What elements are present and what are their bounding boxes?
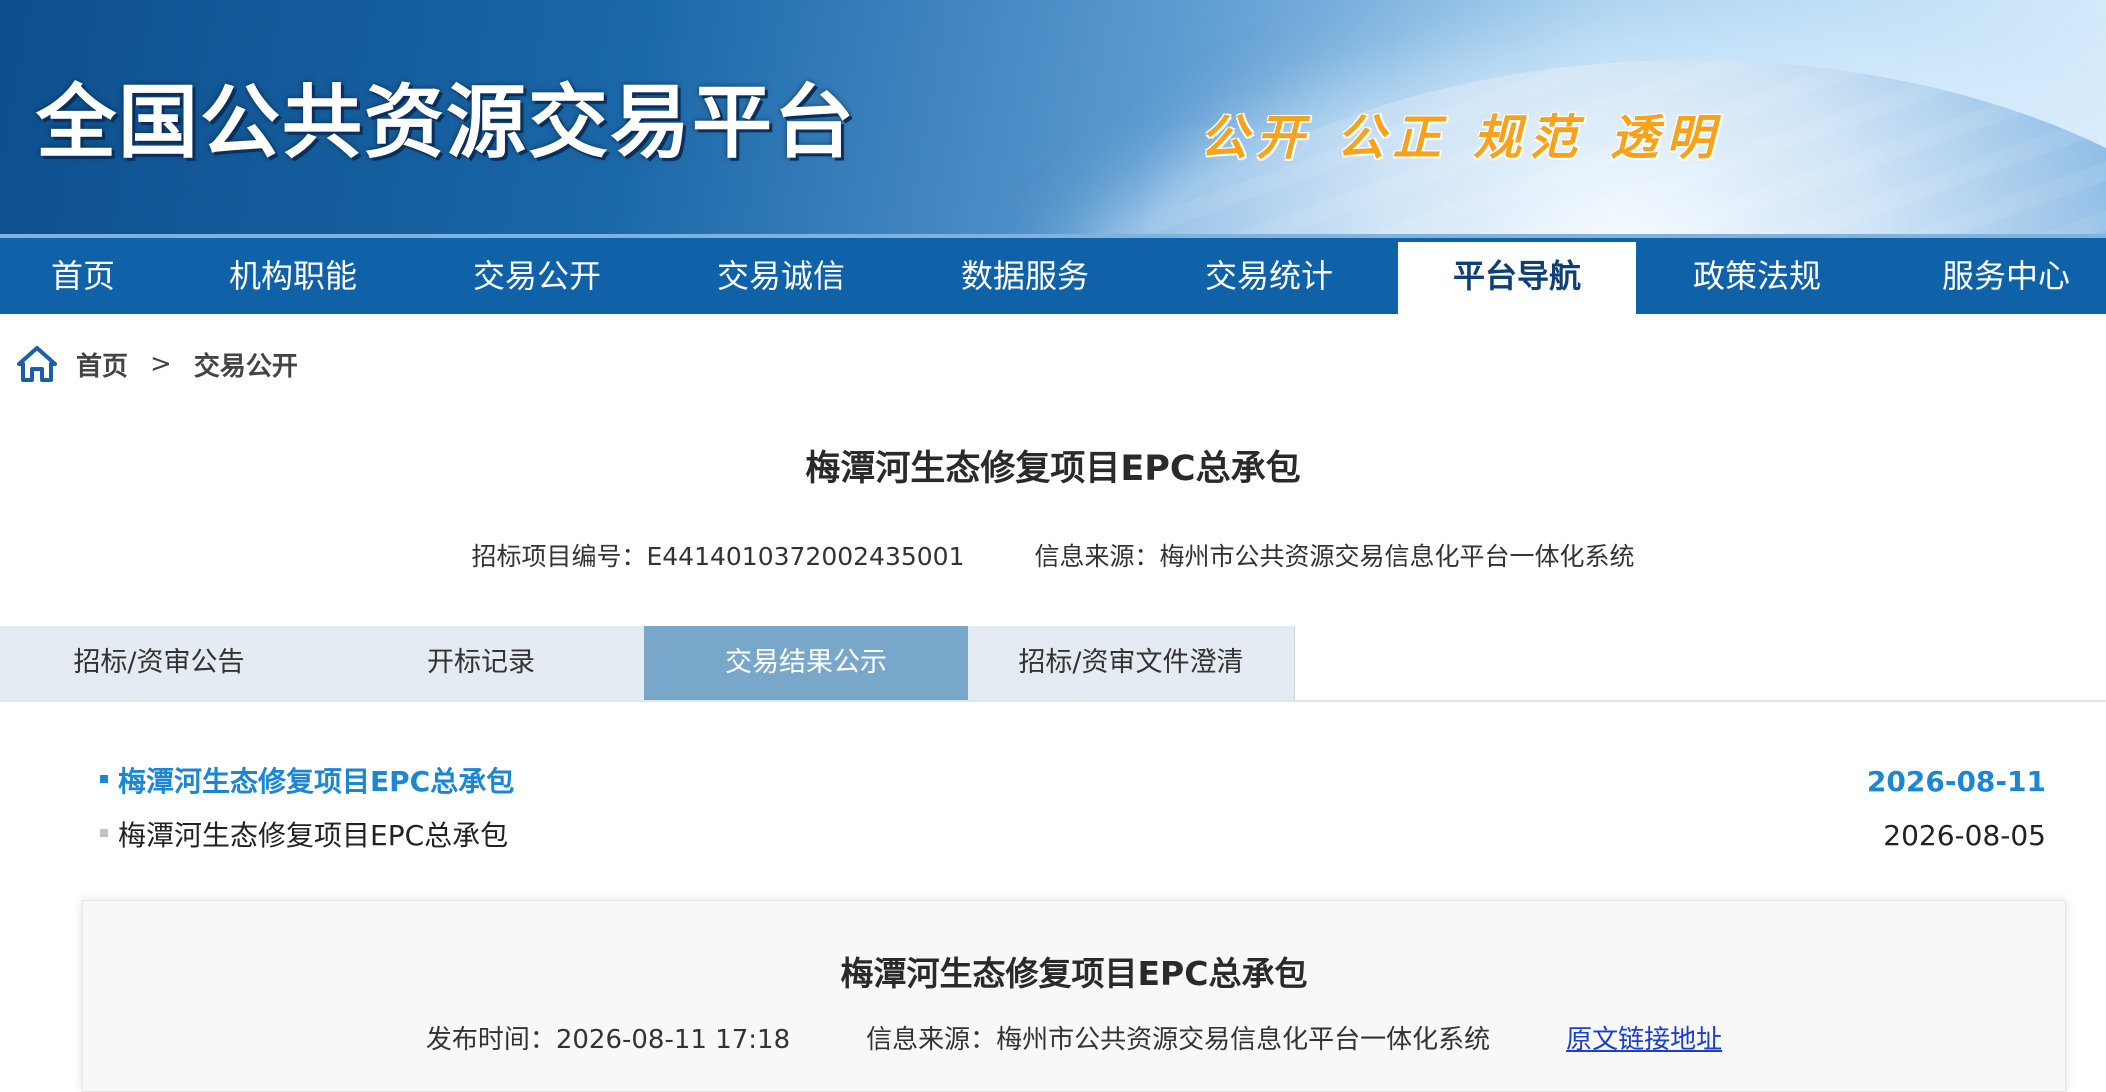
detail-panel: 梅潭河生态修复项目EPC总承包 发布时间：2026-08-11 17:18 信息来… bbox=[82, 900, 2066, 1092]
detail-publish-time: 发布时间：2026-08-11 17:18 bbox=[425, 1025, 791, 1055]
detail-title: 梅潭河生态修复项目EPC总承包 bbox=[840, 954, 1308, 993]
tab-file-clarification[interactable]: 招标/资审文件澄清 bbox=[968, 626, 1295, 700]
tab-bid-opening-record[interactable]: 开标记录 bbox=[318, 626, 645, 700]
detail-meta: 发布时间：2026-08-11 17:18 信息来源：梅州市公共资源交易信息化平台… bbox=[83, 1019, 2065, 1056]
list-item-title[interactable]: 梅潭河生态修复项目EPC总承包 bbox=[118, 765, 514, 798]
nav-item-platform-nav[interactable]: 平台导航 bbox=[1398, 242, 1636, 328]
nav-item-trade-credit[interactable]: 交易诚信 bbox=[684, 238, 878, 314]
main-nav: 首页 机构职能 交易公开 交易诚信 数据服务 交易统计 平台导航 政策法规 服务… bbox=[0, 234, 2106, 328]
project-source: 信息来源：梅州市公共资源交易信息化平台一体化系统 bbox=[1034, 542, 1635, 571]
tab-tender-notice[interactable]: 招标/资审公告 bbox=[0, 626, 319, 700]
nav-item-service-center[interactable]: 服务中心 bbox=[1906, 238, 2106, 314]
bullet-icon bbox=[100, 829, 108, 837]
bullet-icon bbox=[100, 775, 108, 783]
breadcrumb-separator: > bbox=[150, 349, 172, 379]
project-code: 招标项目编号：E4414010372002435001 bbox=[471, 542, 965, 571]
home-icon[interactable] bbox=[16, 345, 58, 383]
detail-source: 信息来源：梅州市公共资源交易信息化平台一体化系统 bbox=[866, 1025, 1491, 1055]
list-item-date: 2026-08-11 bbox=[1866, 765, 2046, 798]
original-link[interactable]: 原文链接地址 bbox=[1566, 1025, 1722, 1055]
header-banner: 全国公共资源交易平台 公开 公正 规范 透明 bbox=[0, 0, 2106, 236]
list-item[interactable]: 梅潭河生态修复项目EPC总承包 2026-08-11 bbox=[100, 760, 2046, 804]
project-title: 梅潭河生态修复项目EPC总承包 bbox=[805, 449, 1301, 489]
breadcrumb-home[interactable]: 首页 bbox=[76, 346, 128, 383]
project-meta: 招标项目编号：E4414010372002435001 信息来源：梅州市公共资源交… bbox=[0, 537, 2106, 573]
breadcrumb-trade-public[interactable]: 交易公开 bbox=[194, 346, 298, 383]
nav-item-trade-stats[interactable]: 交易统计 bbox=[1172, 238, 1366, 314]
nav-item-home[interactable]: 首页 bbox=[0, 238, 166, 314]
list-item-date: 2026-08-05 bbox=[1883, 819, 2046, 852]
tab-bar: 招标/资审公告 开标记录 交易结果公示 招标/资审文件澄清 bbox=[0, 626, 2106, 702]
nav-item-trade-public[interactable]: 交易公开 bbox=[440, 238, 634, 314]
tab-trade-result[interactable]: 交易结果公示 bbox=[644, 626, 969, 700]
nav-item-policy[interactable]: 政策法规 bbox=[1660, 238, 1854, 314]
list-item[interactable]: 梅潭河生态修复项目EPC总承包 2026-08-05 bbox=[100, 814, 2046, 858]
nav-item-data-service[interactable]: 数据服务 bbox=[928, 238, 1122, 314]
nav-item-institutions[interactable]: 机构职能 bbox=[196, 238, 390, 314]
list-item-title[interactable]: 梅潭河生态修复项目EPC总承包 bbox=[118, 819, 508, 852]
slogan: 公开 公正 规范 透明 bbox=[1200, 110, 1723, 166]
site-title: 全国公共资源交易平台 bbox=[36, 76, 856, 169]
breadcrumb: 首页 > 交易公开 bbox=[16, 342, 298, 386]
